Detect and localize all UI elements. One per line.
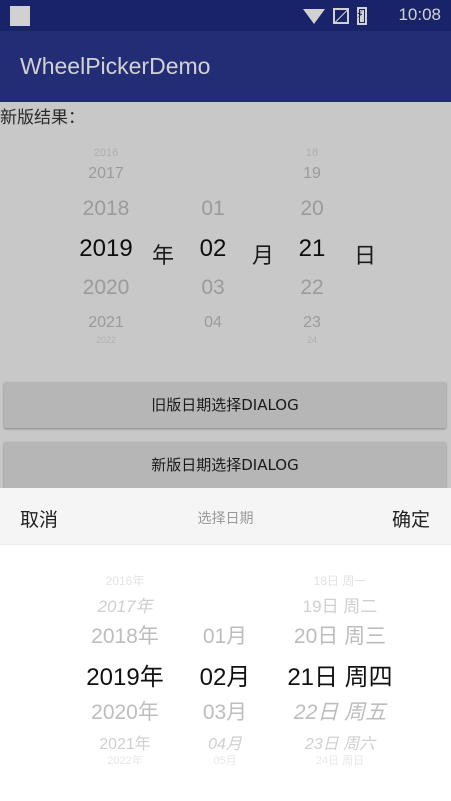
wheel-item: 20日 周三: [293, 625, 387, 648]
wheel-selected-item: 2019年: [86, 664, 164, 691]
wheel-item: 23日 周六: [304, 736, 376, 753]
wheel-item: 05月: [213, 755, 237, 767]
dialog-month-wheel[interactable]: 01月 02月 03月 04月 05月: [185, 556, 265, 776]
confirm-button[interactable]: 确定: [392, 505, 430, 532]
wheel-item: 2017年: [97, 597, 153, 616]
date-picker-dialog: 取消 选择日期 确定 2016年 2017年 2018年 2019年 2020年…: [0, 488, 451, 801]
wheel-selected-item: 21日 周四: [287, 664, 393, 691]
dialog-scrim[interactable]: [0, 0, 451, 488]
wheel-item: 22日 周五: [293, 701, 387, 724]
wheel-item: 2022年: [107, 755, 143, 767]
wheel-item: 18日 周一: [313, 574, 367, 588]
dialog-header: 取消 选择日期 确定: [0, 488, 451, 545]
wheel-item: 19日 周二: [302, 597, 378, 616]
wheel-item: 01月: [202, 625, 248, 648]
dialog-title: 选择日期: [197, 511, 254, 527]
wheel-item: 2016年: [105, 574, 145, 588]
dialog-year-wheel[interactable]: 2016年 2017年 2018年 2019年 2020年 2021年 2022…: [70, 556, 180, 776]
wheel-item: 24日 周日: [315, 755, 365, 767]
wheel-item: 2020年: [91, 701, 159, 724]
wheel-item: 2021年: [99, 736, 151, 753]
wheel-item: 03月: [202, 701, 248, 724]
wheel-item: 04月: [208, 736, 242, 753]
wheel-selected-item: 02月: [199, 664, 251, 691]
wheel-item: 2018年: [91, 625, 159, 648]
dialog-day-wheel[interactable]: 18日 周一 19日 周二 20日 周三 21日 周四 22日 周五 23日 周…: [270, 556, 410, 776]
